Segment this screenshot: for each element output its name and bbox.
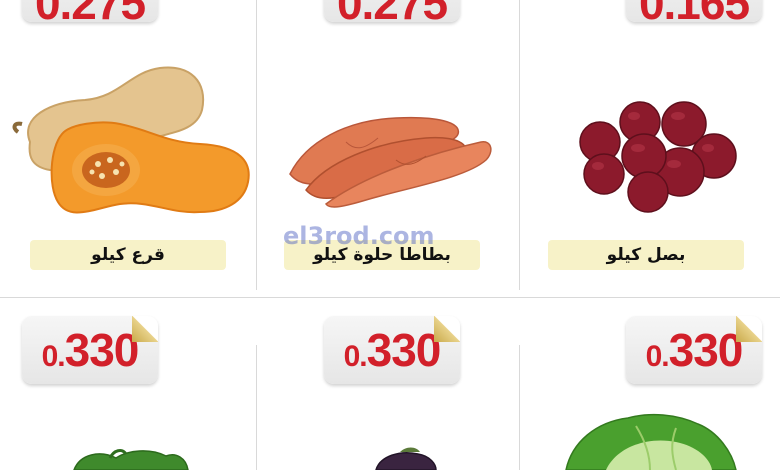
column-divider <box>519 0 520 290</box>
column-divider <box>256 0 257 290</box>
price-tag: 0.275 <box>22 0 158 22</box>
sweet-potato-image <box>289 116 492 208</box>
watermark: el3rod.com <box>283 222 435 250</box>
price-value: 330 <box>64 324 140 376</box>
price-prefix: 0. <box>343 340 368 373</box>
product-label-squash: قرع كيلو <box>30 240 226 270</box>
eggplant-image <box>375 447 437 470</box>
price-tag: 0.275 <box>324 0 460 22</box>
tag-curl-icon <box>434 316 460 342</box>
price-value: 330 <box>668 324 744 376</box>
price-tag: 0.165 <box>626 0 762 22</box>
tag-curl-icon <box>736 316 762 342</box>
price-value: 0.275 <box>35 0 146 22</box>
tag-curl-icon <box>132 316 158 342</box>
price-tag: 0.330 <box>22 316 158 384</box>
red-onion-image <box>579 101 737 213</box>
price-prefix: 0. <box>41 340 66 373</box>
price-value: 330 <box>366 324 442 376</box>
butternut-squash-image <box>12 66 250 214</box>
column-divider <box>256 345 257 470</box>
price-value: 0.165 <box>639 0 750 22</box>
column-divider <box>519 345 520 470</box>
price-value: 0.275 <box>337 0 448 22</box>
product-label-onion: بصل كيلو <box>548 240 744 270</box>
price-tag: 0.330 <box>324 316 460 384</box>
price-tag: 0.330 <box>626 316 762 384</box>
cabbage-image <box>565 413 737 470</box>
row-divider <box>0 297 780 298</box>
price-prefix: 0. <box>645 340 670 373</box>
green-pepper-image <box>73 449 189 470</box>
